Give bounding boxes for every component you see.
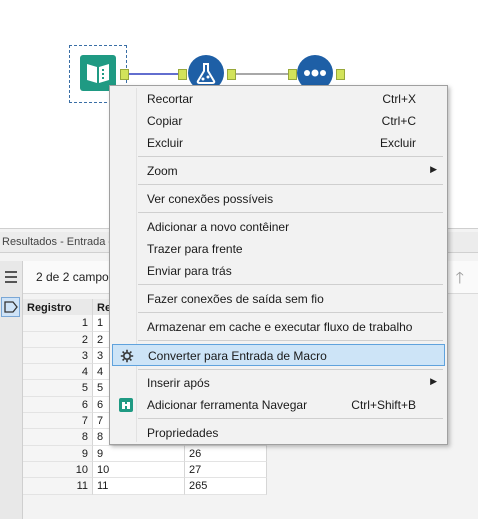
menu-item-send-back[interactable]: Enviar para trás: [112, 261, 445, 281]
table-icon: [4, 271, 17, 283]
menu-item-label: Excluir: [147, 136, 184, 150]
context-menu: Recortar Ctrl+X Copiar Ctrl+C Excluir Ex…: [109, 85, 448, 445]
cell[interactable]: 26: [185, 445, 267, 462]
table-row[interactable]: 9 9 26: [23, 445, 267, 462]
menu-separator: [138, 284, 443, 285]
menu-item-shortcut: Ctrl+C: [381, 114, 416, 128]
menu-item-label: Armazenar em cache e executar fluxo de t…: [147, 320, 413, 334]
menu-item-properties[interactable]: Propriedades: [112, 423, 445, 443]
row-number: 4: [23, 364, 93, 381]
submenu-arrow-icon: ▶: [430, 164, 437, 174]
menu-item-label: Zoom: [147, 164, 178, 178]
menu-item-add-browse[interactable]: Adicionar ferramenta Navegar Ctrl+Shift+…: [112, 395, 445, 415]
row-number: 9: [23, 445, 93, 462]
gear-icon: [119, 348, 135, 364]
tag-icon: [3, 301, 18, 313]
output-anchor[interactable]: [336, 69, 345, 80]
menu-item-label: Fazer conexões de saída sem fio: [147, 292, 324, 306]
menu-item-label: Enviar para trás: [147, 264, 232, 278]
menu-item-label: Propriedades: [147, 426, 219, 440]
table-row[interactable]: 10 10 27: [23, 461, 267, 479]
output-anchor[interactable]: [227, 69, 236, 80]
menu-item-label: Converter para Entrada de Macro: [148, 349, 327, 363]
menu-item-label: Ver conexões possíveis: [147, 192, 274, 206]
menu-item-shortcut: Ctrl+Shift+B: [351, 398, 416, 412]
cell[interactable]: 27: [185, 461, 267, 479]
table-row[interactable]: 11 11 265: [23, 478, 267, 495]
input-anchor[interactable]: [178, 69, 187, 80]
row-number: 6: [23, 396, 93, 414]
results-sidebar: [0, 261, 23, 519]
fields-count: 2 de 2 campos: [36, 270, 115, 284]
metadata-view-button[interactable]: [1, 297, 20, 317]
menu-separator: [138, 312, 443, 313]
menu-separator: [138, 212, 443, 213]
menu-item-view-connections[interactable]: Ver conexões possíveis: [112, 189, 445, 209]
row-number: 1: [23, 315, 93, 332]
cell[interactable]: 11: [93, 478, 185, 495]
menu-separator: [138, 340, 443, 341]
row-number: 8: [23, 429, 93, 446]
menu-item-label: Adicionar a novo contêiner: [147, 220, 290, 234]
cell[interactable]: 265: [185, 478, 267, 495]
row-number: 7: [23, 413, 93, 430]
menu-separator: [138, 184, 443, 185]
submenu-arrow-icon: ▶: [430, 376, 437, 386]
menu-item-copy[interactable]: Copiar Ctrl+C: [112, 111, 445, 131]
menu-item-add-container[interactable]: Adicionar a novo contêiner: [112, 217, 445, 237]
arrow-up-icon[interactable]: 🡑: [456, 267, 464, 294]
row-number: 3: [23, 347, 93, 365]
row-number: 2: [23, 331, 93, 348]
menu-item-cut[interactable]: Recortar Ctrl+X: [112, 89, 445, 109]
menu-item-bring-front[interactable]: Trazer para frente: [112, 239, 445, 259]
menu-separator: [138, 369, 443, 370]
menu-item-insert-after[interactable]: Inserir após ▶: [112, 373, 445, 393]
menu-item-label: Adicionar ferramenta Navegar: [147, 398, 308, 412]
input-anchor[interactable]: [288, 69, 297, 80]
menu-item-convert-macro[interactable]: Converter para Entrada de Macro: [112, 344, 445, 366]
menu-item-label: Copiar: [147, 114, 183, 128]
cell[interactable]: 9: [93, 445, 185, 462]
output-anchor[interactable]: [120, 69, 129, 80]
menu-item-label: Trazer para frente: [147, 242, 243, 256]
menu-item-shortcut: Excluir: [379, 136, 416, 150]
connection-line: [236, 73, 291, 75]
menu-item-zoom[interactable]: Zoom ▶: [112, 161, 445, 181]
menu-item-shortcut: Ctrl+X: [382, 92, 416, 106]
menu-item-delete[interactable]: Excluir Excluir: [112, 133, 445, 153]
menu-item-wireless[interactable]: Fazer conexões de saída sem fio: [112, 289, 445, 309]
cell[interactable]: 10: [93, 461, 185, 479]
menu-item-label: Inserir após: [147, 376, 210, 390]
row-number: 11: [23, 478, 93, 495]
row-number: 10: [23, 461, 93, 479]
menu-separator: [138, 418, 443, 419]
binoculars-icon: [118, 397, 134, 413]
menu-separator: [138, 156, 443, 157]
menu-item-cache-run[interactable]: Armazenar em cache e executar fluxo de t…: [112, 317, 445, 337]
connection-line: [129, 73, 179, 75]
table-view-button[interactable]: [1, 267, 20, 287]
menu-item-label: Recortar: [147, 92, 194, 106]
row-number: 5: [23, 380, 93, 397]
